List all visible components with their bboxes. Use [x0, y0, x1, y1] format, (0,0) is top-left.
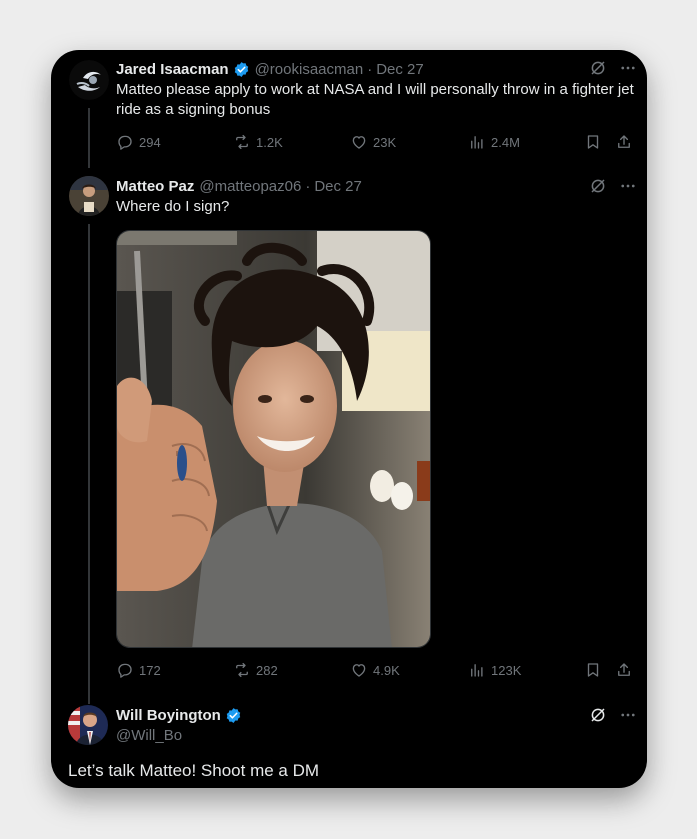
like-icon — [352, 136, 366, 149]
author-handle-row: @Will_Bo — [116, 725, 182, 745]
grok-icon[interactable] — [589, 706, 607, 729]
repost-button[interactable]: 282 — [233, 661, 278, 679]
bookmark-button[interactable] — [584, 133, 602, 151]
author-handle[interactable]: @matteopaz06 — [199, 178, 301, 195]
thread-card: Jared Isaacman @rookisaacman · Dec 27 Ma… — [51, 50, 647, 788]
repost-icon — [236, 134, 248, 150]
more-icon[interactable] — [619, 59, 637, 82]
bookmark-button[interactable] — [584, 661, 602, 679]
grok-icon[interactable] — [589, 59, 607, 82]
views-icon — [471, 664, 483, 677]
like-button[interactable]: 23K — [350, 133, 396, 151]
tweet-actions: 172 282 4.9K 123K — [116, 661, 636, 681]
reply-count: 172 — [139, 662, 161, 678]
author-handle[interactable]: @Will_Bo — [116, 727, 182, 744]
tweet-date[interactable]: Dec 27 — [376, 61, 424, 78]
separator-dot: · — [367, 60, 373, 78]
bookmark-icon — [587, 135, 599, 149]
like-button[interactable]: 4.9K — [350, 661, 400, 679]
tweet-actions: 294 1.2K 23K 2.4M — [116, 133, 636, 153]
separator-dot: · — [305, 177, 311, 195]
verified-badge-icon — [233, 61, 250, 78]
share-icon — [618, 663, 630, 676]
thread-line — [88, 108, 90, 168]
tweet-header: Jared Isaacman @rookisaacman · Dec 27 — [116, 59, 424, 79]
share-button[interactable] — [615, 661, 633, 679]
tweet-text: Where do I sign? — [116, 198, 230, 215]
tweet-text: Let’s talk Matteo! Shoot me a DM — [68, 761, 320, 780]
tweet-top-actions — [589, 706, 637, 729]
tweet-header: Matteo Paz @matteopaz06 · Dec 27 — [116, 176, 362, 196]
repost-icon — [236, 662, 248, 678]
views-button[interactable]: 123K — [468, 661, 521, 679]
reply-icon — [118, 135, 132, 150]
tweet-photo[interactable] — [116, 230, 431, 648]
share-button[interactable] — [615, 133, 633, 151]
author-name[interactable]: Matteo Paz — [116, 178, 194, 195]
more-icon[interactable] — [619, 706, 637, 729]
reply-icon — [118, 663, 132, 678]
reply-count: 294 — [139, 134, 161, 150]
reply-button[interactable]: 294 — [116, 133, 161, 151]
thread-line — [88, 224, 90, 704]
avatar-will[interactable] — [68, 705, 108, 745]
views-icon — [471, 136, 483, 149]
tweet-text: Matteo please apply to work at NASA and … — [116, 81, 634, 118]
avatar-matteo[interactable] — [69, 176, 109, 216]
reply-button[interactable]: 172 — [116, 661, 161, 679]
views-button[interactable]: 2.4M — [468, 133, 520, 151]
avatar-jared[interactable] — [69, 60, 109, 100]
tweet-top-actions — [589, 59, 637, 82]
author-name[interactable]: Will Boyington — [116, 707, 221, 724]
bookmark-icon — [587, 663, 599, 677]
repost-button[interactable]: 1.2K — [233, 133, 283, 151]
views-count: 2.4M — [491, 134, 520, 150]
repost-count: 1.2K — [256, 134, 283, 150]
views-count: 123K — [491, 662, 522, 678]
verified-badge-icon — [225, 707, 242, 724]
author-name[interactable]: Jared Isaacman — [116, 61, 229, 78]
like-count: 23K — [373, 134, 397, 150]
author-handle[interactable]: @rookisaacman — [255, 61, 364, 78]
share-icon — [618, 135, 630, 148]
tweet-header: Will Boyington — [116, 705, 242, 725]
like-count: 4.9K — [373, 662, 400, 678]
repost-count: 282 — [256, 662, 278, 678]
tweet-date[interactable]: Dec 27 — [314, 178, 362, 195]
like-icon — [352, 664, 366, 677]
